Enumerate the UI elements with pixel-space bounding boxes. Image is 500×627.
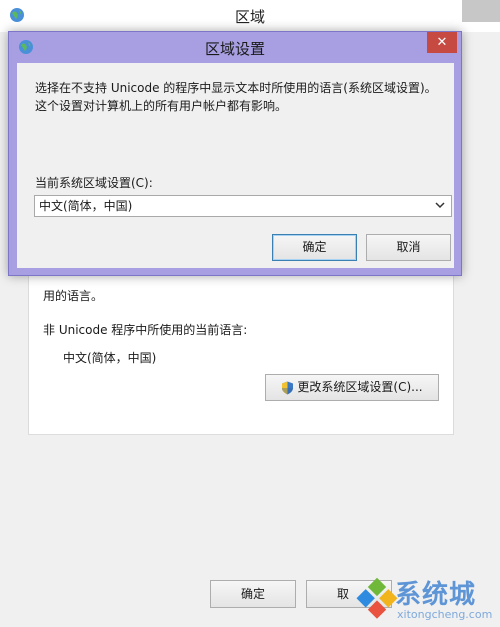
region-window-titlebar: 区域 — [0, 0, 500, 32]
current-locale-label: 当前系统区域设置(C): — [35, 176, 153, 190]
system-locale-value: 中文(简体，中国) — [39, 199, 133, 213]
uac-shield-icon — [282, 381, 294, 394]
dialog-close-button[interactable]: ✕ — [427, 32, 457, 53]
change-system-locale-button[interactable]: 更改系统区域设置(C)... — [265, 374, 439, 401]
dialog-description: 选择在不支持 Unicode 的程序中显示文本时所使用的语言(系统区域设置)。这… — [35, 81, 437, 113]
dialog-title: 区域设置 — [204, 40, 265, 58]
dialog-body: 选择在不支持 Unicode 的程序中显示文本时所使用的语言(系统区域设置)。这… — [17, 63, 454, 268]
dialog-titlebar: 区域设置 ✕ — [9, 32, 461, 62]
change-system-locale-label: 更改系统区域设置(C)... — [297, 380, 423, 394]
dialog-cancel-button[interactable]: 取消 — [366, 234, 451, 261]
watermark-brand-cn: 系统城 — [395, 580, 477, 610]
watermark-brand-en: xitongcheng.com — [397, 608, 493, 621]
region-window-close-button[interactable] — [462, 0, 500, 22]
non-unicode-label: 非 Unicode 程序中所使用的当前语言: — [43, 323, 248, 337]
region-settings-dialog: 区域设置 ✕ 选择在不支持 Unicode 的程序中显示文本时所使用的语言(系统… — [8, 31, 462, 276]
region-ok-button[interactable]: 确定 — [210, 580, 296, 608]
chevron-down-icon — [435, 202, 445, 209]
current-language-value: 中文(简体，中国) — [63, 351, 157, 365]
region-window-title: 区域 — [234, 8, 265, 26]
dialog-ok-button[interactable]: 确定 — [272, 234, 357, 261]
language-line-text: 用的语言。 — [43, 289, 104, 303]
system-locale-select[interactable]: 中文(简体，中国) — [34, 195, 452, 217]
